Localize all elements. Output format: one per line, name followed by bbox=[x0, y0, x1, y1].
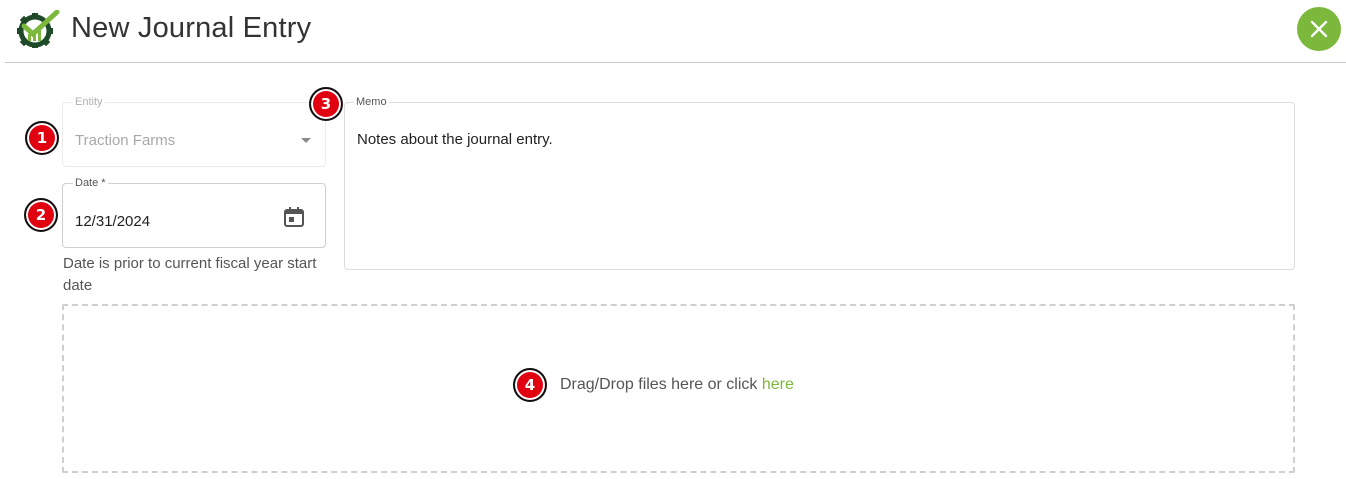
page-title: New Journal Entry bbox=[71, 12, 312, 44]
close-icon bbox=[1310, 20, 1328, 38]
calendar-icon[interactable] bbox=[283, 206, 305, 228]
date-label: Date * bbox=[73, 177, 108, 189]
dropzone-message: Drag/Drop files here or click bbox=[560, 376, 762, 393]
annotation-badge-4: 4 bbox=[513, 368, 547, 402]
date-helper-text: Date is prior to current fiscal year sta… bbox=[63, 255, 317, 294]
gear-checkmark-logo bbox=[17, 10, 60, 48]
annotation-badge-3: 3 bbox=[309, 87, 343, 121]
date-value[interactable]: 12/31/2024 bbox=[75, 213, 150, 230]
memo-value[interactable]: Notes about the journal entry. bbox=[357, 131, 553, 148]
file-dropzone[interactable]: Drag/Drop files here or click here bbox=[62, 304, 1295, 473]
annotation-badge-1: 1 bbox=[25, 121, 59, 155]
dropzone-browse-link[interactable]: here bbox=[762, 376, 794, 393]
memo-label: Memo bbox=[354, 96, 389, 108]
annotation-badge-2: 2 bbox=[24, 198, 58, 232]
close-button[interactable] bbox=[1297, 7, 1341, 51]
entity-select[interactable]: Entity Traction Farms bbox=[62, 96, 326, 167]
caret-down-icon bbox=[301, 138, 311, 143]
entity-value: Traction Farms bbox=[75, 132, 176, 149]
dialog-header: New Journal Entry bbox=[5, 0, 1346, 63]
date-field[interactable]: Date * 12/31/2024 bbox=[62, 177, 326, 248]
entity-label: Entity bbox=[73, 96, 105, 108]
memo-field[interactable]: Memo Notes about the journal entry. bbox=[344, 96, 1295, 270]
dropzone-text: Drag/Drop files here or click here bbox=[560, 376, 794, 394]
